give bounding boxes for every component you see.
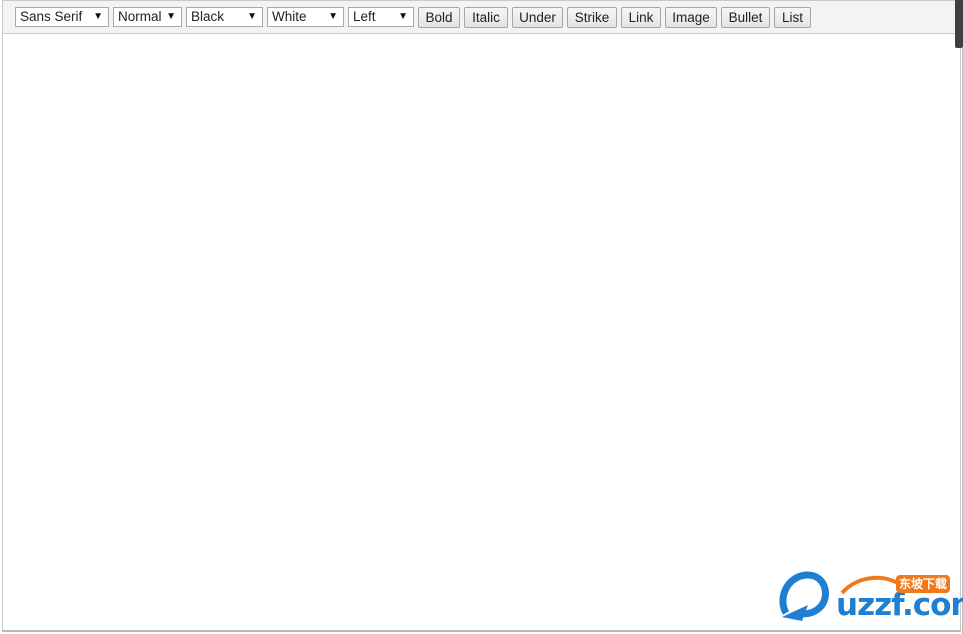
chevron-down-icon: ▼ (398, 11, 408, 22)
italic-button[interactable]: Italic (464, 7, 508, 28)
bold-button[interactable]: Bold (418, 7, 460, 28)
chevron-down-icon: ▼ (93, 11, 103, 22)
background-color-value: White (272, 9, 307, 24)
alignment-value: Left (353, 9, 376, 24)
strike-button[interactable]: Strike (567, 7, 617, 28)
text-color-value: Black (191, 9, 225, 24)
font-family-value: Sans Serif (20, 9, 83, 24)
editor-content-area[interactable] (3, 34, 960, 630)
scrollbar-thumb[interactable] (955, 0, 963, 48)
list-button[interactable]: List (774, 7, 811, 28)
text-color-select[interactable]: Black ▼ (186, 7, 263, 27)
font-size-value: Normal (118, 9, 162, 24)
toolbar: Sans Serif ▼ Normal ▼ Black ▼ White ▼ Le… (3, 1, 960, 34)
editor-frame: Sans Serif ▼ Normal ▼ Black ▼ White ▼ Le… (2, 0, 961, 632)
watermark-logo: uzzf.com 东坡下载 (778, 569, 963, 625)
chevron-down-icon: ▼ (328, 11, 338, 22)
image-button[interactable]: Image (665, 7, 717, 28)
alignment-select[interactable]: Left ▼ (348, 7, 414, 27)
link-button[interactable]: Link (621, 7, 661, 28)
bullet-button[interactable]: Bullet (721, 7, 770, 28)
chevron-down-icon: ▼ (247, 11, 257, 22)
font-family-select[interactable]: Sans Serif ▼ (15, 7, 109, 27)
watermark-brand-cn: 东坡下载 (896, 575, 950, 593)
font-size-select[interactable]: Normal ▼ (113, 7, 182, 27)
chevron-down-icon: ▼ (166, 11, 176, 22)
background-color-select[interactable]: White ▼ (267, 7, 344, 27)
underline-button[interactable]: Under (512, 7, 563, 28)
uzzf-logo-icon (779, 571, 829, 621)
